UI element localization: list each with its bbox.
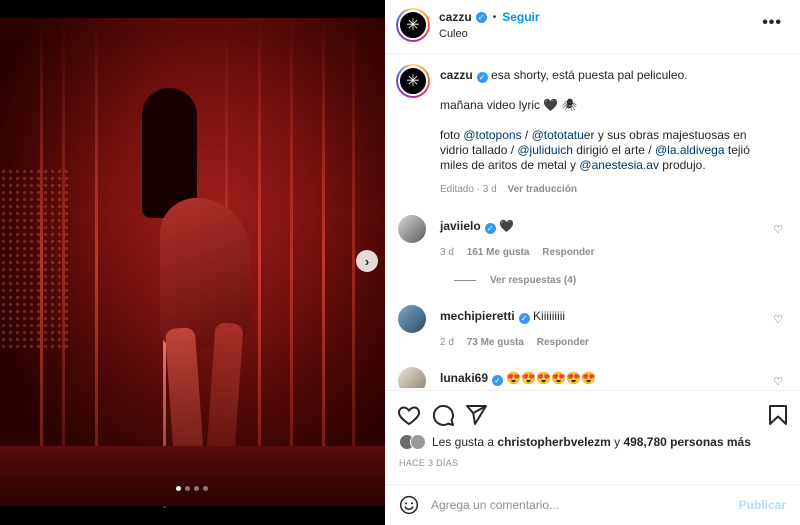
caption-text: cazzu ✓ esa shorty, está puesta pal pelic… <box>440 68 760 197</box>
comment-text: 🖤 <box>499 219 514 233</box>
performer-figure <box>130 88 280 508</box>
comments-list[interactable]: ✳ cazzu ✓ esa shorty, está puesta pal pel… <box>385 55 800 388</box>
follow-button[interactable]: Seguir <box>502 10 539 24</box>
view-replies-button[interactable]: Ver respuestas (4) <box>454 275 576 286</box>
post-side-panel: ✳ cazzu ✓ • Seguir Culeo ••• ✳ cazzu ✓ es… <box>385 0 800 525</box>
spider-logo-icon: ✳ <box>398 10 428 40</box>
comment-username[interactable]: lunaki69 <box>440 371 488 385</box>
likes-conj: y <box>614 435 621 449</box>
commenter-avatar[interactable] <box>398 367 426 388</box>
comment-meta: 3 d 161 Me gusta Responder <box>440 247 605 258</box>
comment-like-heart-icon[interactable]: ♡ <box>773 375 783 388</box>
author-avatar[interactable]: ✳ <box>396 8 430 42</box>
save-bookmark-icon[interactable] <box>766 403 790 427</box>
likes-prefix: Les gusta a <box>432 435 495 449</box>
add-comment-bar: Publicar <box>385 484 800 525</box>
header-user-row: cazzu ✓ • Seguir <box>439 10 540 24</box>
curtain-strand <box>95 18 98 506</box>
post-header: ✳ cazzu ✓ • Seguir Culeo ••• <box>385 0 800 54</box>
carousel-dot <box>203 486 208 491</box>
liker-avatar <box>410 434 426 450</box>
carousel-dot <box>194 486 199 491</box>
post-photo: › <box>0 0 385 525</box>
likes-summary: Les gusta a christopherbvelezm y 498,780… <box>399 434 751 450</box>
likes-count[interactable]: 498,780 personas más <box>623 435 750 449</box>
spider-logo-icon: ✳ <box>398 66 428 96</box>
commenter-avatar[interactable] <box>398 215 426 243</box>
separator-dot: • <box>492 11 497 23</box>
comment-meta: 2 d 73 Me gusta Responder <box>440 337 599 348</box>
carousel-dot <box>176 486 181 491</box>
caption-credits: foto @totopons / @tototatuer y sus obras… <box>440 128 760 173</box>
caption-text-part: dirigió el arte / <box>572 143 655 157</box>
emoji-icon[interactable] <box>399 495 419 515</box>
author-username[interactable]: cazzu <box>439 10 472 24</box>
edited-timestamp: Editado · 3 d <box>440 184 497 195</box>
publish-button[interactable]: Publicar <box>739 498 786 512</box>
share-paper-plane-icon[interactable] <box>464 403 488 427</box>
comment-username[interactable]: javiielo <box>440 219 481 233</box>
comment-text: Kiiiiiiiii <box>533 309 566 323</box>
comment-body: lunaki69 ✓ 😍😍😍😍😍😍 <box>440 371 770 386</box>
mention-link[interactable]: @anestesia.av <box>579 158 659 172</box>
commenter-avatar[interactable] <box>398 305 426 333</box>
caption-line: esa shorty, está puesta pal peliculeo. <box>491 68 688 82</box>
carousel-next-button[interactable]: › <box>356 250 378 272</box>
comment-body: mechipieretti ✓ Kiiiiiiiii <box>440 309 770 324</box>
curtain-strand <box>322 18 325 506</box>
comment-like-heart-icon[interactable]: ♡ <box>773 223 783 236</box>
comment-username[interactable]: mechipieretti <box>440 309 515 323</box>
comment-like-heart-icon[interactable]: ♡ <box>773 313 783 326</box>
comment-age: 3 d <box>440 247 454 258</box>
bead-curtain <box>0 168 70 348</box>
likes-text: Les gusta a christopherbvelezm y 498,780… <box>432 435 751 449</box>
replies-divider <box>454 280 476 281</box>
mention-link[interactable]: @totopons <box>463 128 521 142</box>
comment-body: javiielo ✓ 🖤 <box>440 219 770 234</box>
comment-input[interactable] <box>431 493 721 517</box>
instagram-post-modal: › ✳ cazzu ✓ • Seguir Culeo ••• ✳ cazzu ✓… <box>0 0 800 525</box>
caption-text-part: / <box>521 128 532 142</box>
caption-text-part: produjo. <box>658 158 706 172</box>
reply-button[interactable]: Responder <box>542 247 594 258</box>
mention-link[interactable]: @tototatuer <box>532 128 595 142</box>
translate-link[interactable]: Ver traducción <box>508 184 577 195</box>
mention-link[interactable]: @la.aldivega <box>655 143 725 157</box>
caption-username[interactable]: cazzu <box>440 68 473 82</box>
verified-badge-icon: ✓ <box>518 313 530 324</box>
photo-image <box>0 18 385 508</box>
mention-link[interactable]: @juliduich <box>517 143 573 157</box>
action-bar <box>385 390 800 435</box>
more-options-icon[interactable]: ••• <box>762 14 782 32</box>
comment-likes-count[interactable]: 161 Me gusta <box>467 247 530 258</box>
caption-meta: Editado · 3 d Ver traducción <box>440 182 760 197</box>
comment-age: 2 d <box>440 337 454 348</box>
like-heart-icon[interactable] <box>397 403 421 427</box>
post-time-ago: HACE 3 DÍAS <box>399 458 459 468</box>
verified-badge-icon: ✓ <box>492 375 504 386</box>
reply-button[interactable]: Responder <box>537 337 589 348</box>
caption-text-part: foto <box>440 128 461 142</box>
post-location[interactable]: Culeo <box>439 28 468 40</box>
comment-bubble-icon[interactable] <box>431 403 455 427</box>
carousel-dots <box>176 486 208 491</box>
verified-badge-icon: ✓ <box>476 72 488 83</box>
view-replies-label: Ver respuestas (4) <box>490 275 577 286</box>
curtain-strand <box>290 18 293 506</box>
comment-text: 😍😍😍😍😍😍 <box>506 371 597 385</box>
comment-likes-count[interactable]: 73 Me gusta <box>467 337 524 348</box>
curtain-strand <box>352 18 355 506</box>
caption-line: mañana video lyric 🖤 🕷 <box>440 98 577 112</box>
verified-badge-icon: ✓ <box>475 11 487 23</box>
liker-username[interactable]: christopherbvelezm <box>497 435 610 449</box>
caption-avatar[interactable]: ✳ <box>396 64 430 98</box>
carousel-dot <box>185 486 190 491</box>
verified-badge-icon: ✓ <box>484 223 496 234</box>
stage-platform <box>0 446 385 506</box>
